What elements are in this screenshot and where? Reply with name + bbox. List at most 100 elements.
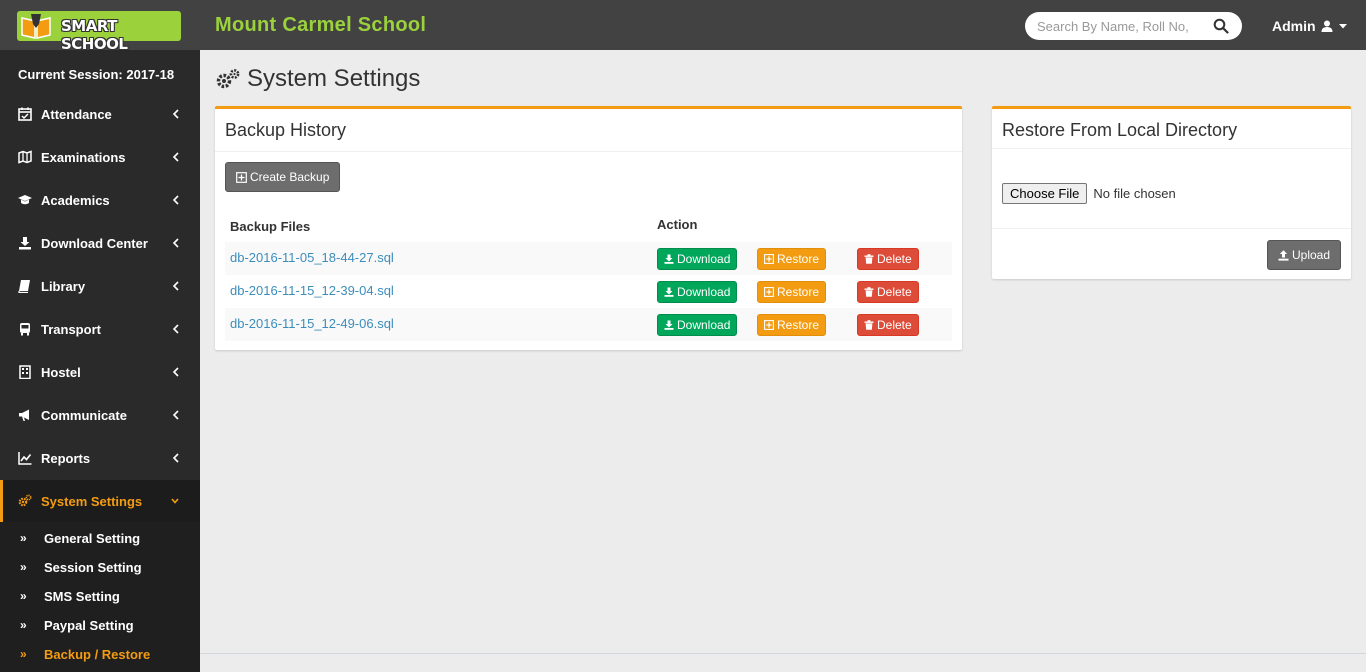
building-icon	[19, 365, 31, 379]
chevron-left-icon	[172, 195, 179, 205]
search-icon[interactable]	[1213, 18, 1229, 34]
download-icon	[664, 287, 674, 297]
trash-icon	[864, 287, 874, 297]
backup-file-link[interactable]: db-2016-11-05_18-44-27.sql	[230, 250, 394, 265]
no-file-chosen-text: No file chosen	[1093, 186, 1176, 201]
download-button[interactable]: Download	[657, 248, 738, 270]
download-button[interactable]: Download	[657, 281, 738, 303]
chevron-left-icon	[172, 109, 179, 119]
divider	[992, 228, 1351, 229]
user-icon	[1321, 20, 1333, 32]
delete-label: Delete	[877, 285, 912, 299]
chevron-left-icon	[172, 410, 179, 420]
choose-file-button[interactable]: Choose File	[1002, 183, 1088, 204]
sidebar-item-label: Academics	[41, 193, 110, 208]
submenu-session-setting[interactable]: » Session Setting	[0, 552, 200, 581]
restore-button[interactable]: Restore	[757, 314, 827, 336]
chevron-left-icon	[172, 324, 179, 334]
logo-text: SMART SCHOOL	[61, 17, 128, 53]
sidebar-item-examinations[interactable]: Examinations	[0, 136, 200, 179]
double-angle-right-icon: »	[20, 618, 27, 632]
submenu-paypal-setting[interactable]: » Paypal Setting	[0, 610, 200, 639]
trash-icon	[864, 320, 874, 330]
bus-icon	[20, 323, 30, 336]
search-box	[1025, 12, 1242, 40]
submenu-label: Backup / Restore	[44, 647, 151, 662]
school-name: Mount Carmel School	[215, 14, 427, 36]
plus-square-icon	[764, 254, 774, 264]
submenu-general-setting[interactable]: » General Setting	[0, 523, 200, 552]
current-session: Current Session: 2017-18	[18, 67, 175, 82]
sidebar-item-academics[interactable]: Academics	[0, 179, 200, 222]
sidebar-item-label: Attendance	[41, 107, 112, 122]
book-icon	[18, 280, 30, 293]
sidebar-item-hostel[interactable]: Hostel	[0, 351, 200, 394]
download-label: Download	[677, 252, 731, 266]
page-title-text: System Settings	[247, 65, 421, 92]
submenu-sms-setting[interactable]: » SMS Setting	[0, 581, 200, 610]
page-title: System Settings	[215, 65, 420, 93]
sidebar-item-label: Communicate	[41, 408, 127, 423]
restore-label: Restore	[777, 285, 820, 299]
table-row: db-2016-11-15_12-49-06.sql Download Rest…	[225, 308, 952, 341]
sidebar-item-label: Library	[41, 279, 86, 294]
upload-button[interactable]: Upload	[1267, 240, 1342, 270]
download-button[interactable]: Download	[657, 314, 738, 336]
cogs-icon	[18, 494, 32, 507]
sidebar-item-download-center[interactable]: Download Center	[0, 222, 200, 265]
sidebar-item-library[interactable]: Library	[0, 265, 200, 308]
create-backup-button[interactable]: Create Backup	[225, 162, 341, 192]
restore-button[interactable]: Restore	[757, 281, 827, 303]
double-angle-right-icon: »	[20, 647, 27, 661]
system-settings-submenu: » General Setting » Session Setting » SM…	[0, 522, 200, 672]
double-angle-right-icon: »	[20, 560, 27, 574]
double-angle-right-icon: »	[20, 589, 27, 603]
column-header-backup-files: Backup Files	[230, 219, 311, 234]
user-menu[interactable]: Admin	[1272, 18, 1348, 34]
restore-label: Restore	[777, 318, 820, 332]
calendar-check-icon	[18, 107, 32, 121]
plus-square-icon	[764, 287, 774, 297]
delete-button[interactable]: Delete	[857, 314, 919, 336]
download-icon	[664, 320, 674, 330]
backup-file-link[interactable]: db-2016-11-15_12-39-04.sql	[230, 283, 394, 298]
submenu-label: SMS Setting	[44, 589, 120, 604]
backup-history-title: Backup History	[215, 109, 962, 152]
restore-button[interactable]: Restore	[757, 248, 827, 270]
search-input[interactable]	[1037, 17, 1207, 35]
download-icon	[19, 237, 31, 250]
sidebar-item-system-settings[interactable]: System Settings	[0, 480, 200, 523]
chevron-left-icon	[172, 281, 179, 291]
sidebar-item-label: Download Center	[41, 236, 148, 251]
submenu-backup-restore[interactable]: » Backup / Restore	[0, 639, 200, 668]
restore-panel: Restore From Local Directory Choose File…	[992, 106, 1351, 279]
upload-label: Upload	[1292, 248, 1331, 262]
sidebar-item-transport[interactable]: Transport	[0, 308, 200, 351]
delete-button[interactable]: Delete	[857, 248, 919, 270]
sidebar-item-reports[interactable]: Reports	[0, 437, 200, 480]
chevron-down-icon	[171, 498, 179, 504]
column-header-action: Action	[657, 217, 698, 232]
sidebar-item-attendance[interactable]: Attendance	[0, 93, 200, 136]
delete-button[interactable]: Delete	[857, 281, 919, 303]
download-label: Download	[677, 285, 731, 299]
trash-icon	[864, 254, 874, 264]
sidebar-item-communicate[interactable]: Communicate	[0, 394, 200, 437]
smart-school-logo[interactable]: SMART SCHOOL	[17, 11, 181, 53]
submenu-label: General Setting	[44, 531, 141, 546]
download-icon	[664, 254, 674, 264]
table-row: db-2016-11-15_12-39-04.sql Download Rest…	[225, 275, 952, 308]
submenu-label: Paypal Setting	[44, 618, 134, 633]
cogs-icon	[216, 69, 240, 89]
sidebar-item-label: System Settings	[41, 494, 143, 509]
backup-file-link[interactable]: db-2016-11-15_12-49-06.sql	[230, 316, 394, 331]
sidebar: Current Session: 2017-18 Attendance Exam…	[0, 50, 200, 672]
sidebar-item-label: Transport	[41, 322, 101, 337]
graduation-cap-icon	[18, 195, 32, 205]
sidebar-item-label: Examinations	[41, 150, 126, 165]
top-header: SMART SCHOOL Mount Carmel School Admin	[0, 0, 1366, 53]
user-name: Admin	[1272, 18, 1316, 34]
create-backup-label: Create Backup	[250, 170, 330, 184]
logo-area: SMART SCHOOL	[0, 0, 200, 53]
chevron-left-icon	[172, 367, 179, 377]
